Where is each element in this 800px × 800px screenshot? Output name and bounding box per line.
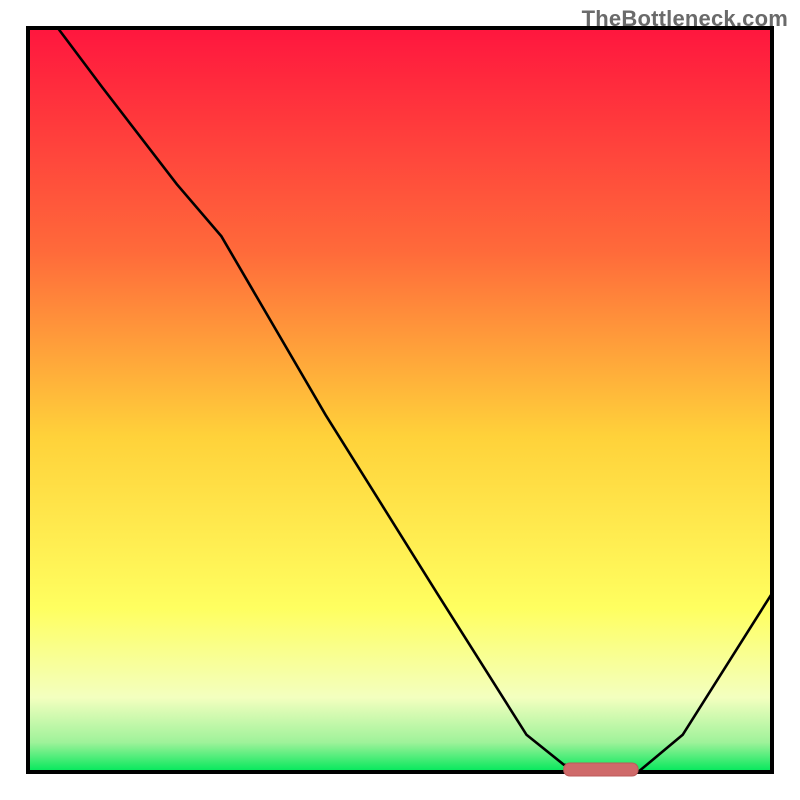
plot-background [28,28,772,772]
optimal-range-marker [564,763,638,776]
bottleneck-chart [0,0,800,800]
watermark-text: TheBottleneck.com [582,6,788,32]
chart-container: TheBottleneck.com [0,0,800,800]
